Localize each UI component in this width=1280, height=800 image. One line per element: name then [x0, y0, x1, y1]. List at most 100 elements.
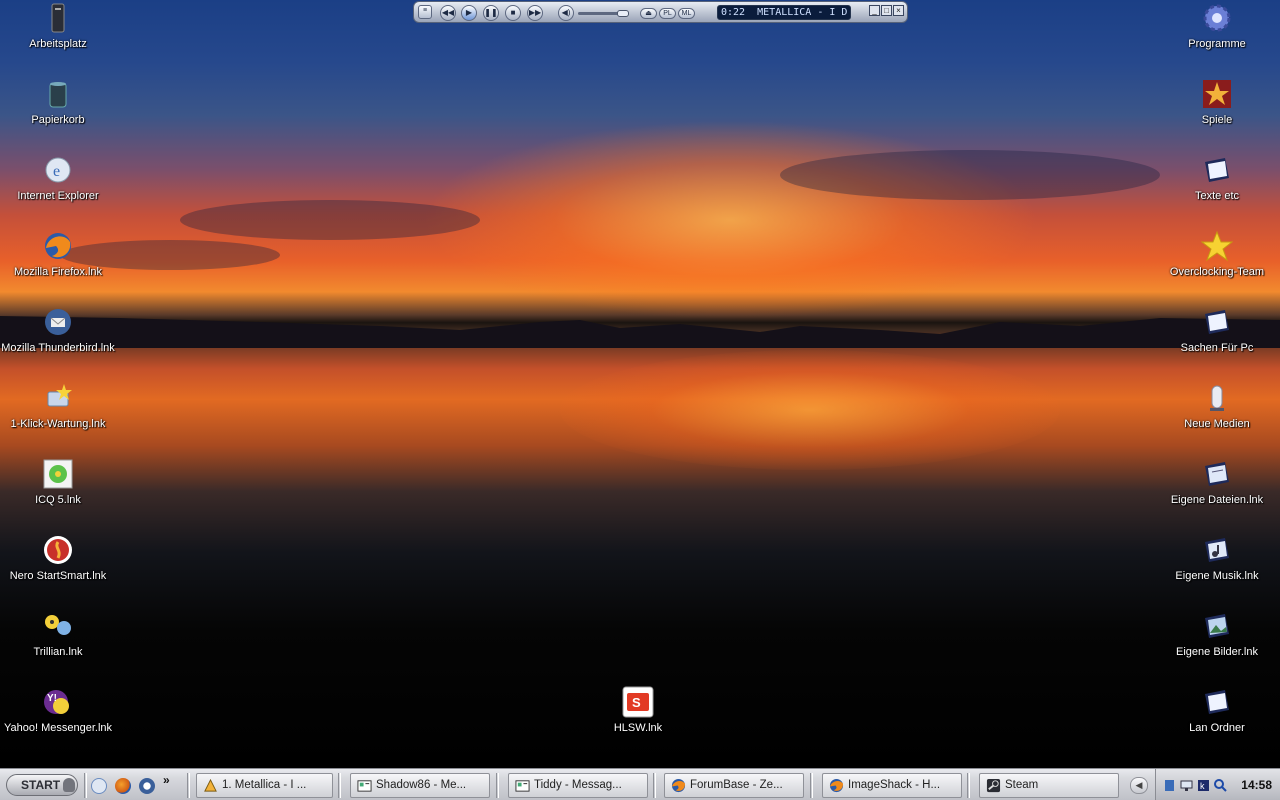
- icon-label: Internet Explorer: [17, 190, 99, 202]
- desktop-icon-arbeitsplatz[interactable]: Arbeitsplatz: [0, 2, 116, 51]
- internet-explorer-icon[interactable]: [91, 778, 107, 794]
- security-icon[interactable]: k: [1197, 779, 1210, 792]
- svg-text:Y!: Y!: [47, 693, 57, 704]
- desktop-icon-firefox[interactable]: Mozilla Firefox.lnk: [0, 230, 116, 279]
- task-button-winamp[interactable]: 1. Metallica - I ...: [196, 773, 333, 798]
- folder-icon: [1205, 158, 1229, 182]
- desktop-icon-neue-medien[interactable]: Neue Medien: [1159, 382, 1275, 431]
- trillian-icon: [45, 615, 71, 635]
- icon-label: Programme: [1188, 38, 1246, 50]
- icon-label: Eigene Dateien.lnk: [1170, 494, 1264, 506]
- task-button-imageshack[interactable]: ImageShack - H...: [822, 773, 962, 798]
- separator: [810, 773, 813, 798]
- task-button-tiddy[interactable]: Tiddy - Messag...: [508, 773, 648, 798]
- recycle-bin-icon: [49, 82, 67, 108]
- task-label: Shadow86 - Me...: [376, 779, 467, 791]
- icq-icon: [43, 459, 73, 489]
- icon-label: Mozilla Firefox.lnk: [13, 266, 103, 278]
- winamp-icon: [204, 778, 217, 792]
- desktop-icon-nero[interactable]: Nero StartSmart.lnk: [0, 534, 116, 583]
- task-label: Steam: [1005, 779, 1039, 791]
- desktop-icon-eigene-bilder[interactable]: Eigene Bilder.lnk: [1159, 610, 1275, 659]
- icon-label: Eigene Musik.lnk: [1175, 570, 1259, 582]
- desktop-icon-1-klick-wartung[interactable]: 1-Klick-Wartung.lnk: [0, 382, 116, 431]
- desktop-icon-lan-ordner[interactable]: Lan Ordner: [1159, 686, 1275, 735]
- previous-button[interactable]: ◀◀: [440, 5, 456, 21]
- desktop-icon-sachen-fuer-pc[interactable]: Sachen Für Pc: [1159, 306, 1275, 355]
- desktop-icon-yahoo[interactable]: Y! Yahoo! Messenger.lnk: [0, 686, 116, 735]
- media-icon: [1210, 385, 1224, 411]
- icon-label: Eigene Bilder.lnk: [1176, 646, 1258, 658]
- taskbar-scroll-left-button[interactable]: ◀: [1130, 777, 1148, 794]
- desktop-icon-eigene-musik[interactable]: Eigene Musik.lnk: [1159, 534, 1275, 583]
- close-button[interactable]: ×: [893, 5, 904, 16]
- next-button[interactable]: ▶▶: [527, 5, 543, 21]
- monitor-icon[interactable]: [1180, 779, 1193, 792]
- task-button-forumbase[interactable]: ForumBase - Ze...: [664, 773, 804, 798]
- system-tray: k 14:58: [1155, 769, 1280, 800]
- thunderbird-icon[interactable]: [139, 778, 155, 794]
- winamp-display: 0:22 METALLICA - I D: [717, 5, 851, 20]
- icon-label: ICQ 5.lnk: [35, 494, 81, 506]
- desktop-icon-icq[interactable]: ICQ 5.lnk: [0, 458, 116, 507]
- desktop-icon-internet-explorer[interactable]: e Internet Explorer: [0, 154, 116, 203]
- separator: [496, 773, 499, 798]
- separator: [187, 773, 190, 798]
- folder-icon: [1205, 690, 1229, 714]
- desktop-icon-texte-etc[interactable]: Texte etc: [1159, 154, 1275, 203]
- desktop-icon-overclocking-team[interactable]: Overclocking-Team: [1159, 230, 1275, 279]
- minimize-button[interactable]: _: [869, 5, 880, 16]
- icon-label: Arbeitsplatz: [29, 38, 87, 50]
- mountain-silhouette: [0, 316, 1280, 348]
- messenger-icon: [515, 780, 530, 792]
- firefox-icon[interactable]: [115, 778, 131, 794]
- playlist-button[interactable]: PL: [659, 8, 676, 19]
- icon-label: 1-Klick-Wartung.lnk: [10, 418, 106, 430]
- task-button-steam[interactable]: Steam: [979, 773, 1119, 798]
- icon-label: Papierkorb: [31, 114, 85, 126]
- desktop-icon-trillian[interactable]: Trillian.lnk: [0, 610, 116, 659]
- alien-icon: [63, 778, 75, 792]
- task-label: ImageShack - H...: [848, 779, 941, 791]
- pause-button[interactable]: ❚❚: [483, 5, 499, 21]
- clock[interactable]: 14:58: [1241, 778, 1272, 792]
- media-library-button[interactable]: ML: [678, 8, 695, 19]
- desktop-icon-programme[interactable]: Programme: [1159, 2, 1275, 51]
- firefox-icon: [829, 778, 844, 793]
- steam-icon: [986, 778, 1001, 793]
- search-icon[interactable]: [1214, 779, 1227, 792]
- desktop-icon-papierkorb[interactable]: Papierkorb: [0, 78, 116, 127]
- svg-text:k: k: [1200, 781, 1205, 791]
- stop-button[interactable]: ■: [505, 5, 521, 21]
- messenger-icon: [357, 780, 372, 792]
- icon-label: Trillian.lnk: [33, 646, 83, 658]
- winamp-menu-button[interactable]: ≡: [418, 5, 432, 19]
- play-button[interactable]: ▶: [461, 5, 477, 21]
- thunderbird-icon: [45, 309, 71, 335]
- star-folder-icon: [1203, 80, 1231, 108]
- volume-knob[interactable]: [617, 10, 629, 17]
- icon-label: Yahoo! Messenger.lnk: [3, 722, 113, 734]
- task-button-shadow86[interactable]: Shadow86 - Me...: [350, 773, 490, 798]
- cloud: [780, 150, 1160, 200]
- icon-label: Mozilla Thunderbird.lnk: [1, 342, 115, 354]
- maximize-button[interactable]: □: [881, 5, 892, 16]
- start-button[interactable]: START: [6, 774, 78, 796]
- network-icon[interactable]: [1163, 779, 1176, 792]
- maintenance-icon: [47, 384, 72, 407]
- icon-label: HLSW.lnk: [613, 722, 663, 734]
- volume-icon[interactable]: ◀): [558, 5, 574, 21]
- winamp-player[interactable]: ≡ ◀◀ ▶ ❚❚ ■ ▶▶ ◀) ⏏ PL ML 0:22 METALLICA…: [413, 1, 908, 23]
- desktop-icon-spiele[interactable]: Spiele: [1159, 78, 1275, 127]
- desktop-icon-thunderbird[interactable]: Mozilla Thunderbird.lnk: [0, 306, 116, 355]
- taskbar: START » 1. Metallica - I ... Shadow86 - …: [0, 768, 1280, 800]
- desktop-icon-eigene-dateien[interactable]: Eigene Dateien.lnk: [1159, 458, 1275, 507]
- quick-launch-more[interactable]: »: [163, 773, 170, 787]
- pictures-folder-icon: [1205, 614, 1229, 638]
- svg-text:S: S: [632, 695, 641, 710]
- star-icon: [1201, 230, 1233, 262]
- desktop-icon-hlsw[interactable]: S HLSW.lnk: [580, 686, 696, 735]
- eject-button[interactable]: ⏏: [640, 8, 657, 19]
- start-label: START: [21, 778, 61, 792]
- icon-label: Texte etc: [1194, 190, 1240, 202]
